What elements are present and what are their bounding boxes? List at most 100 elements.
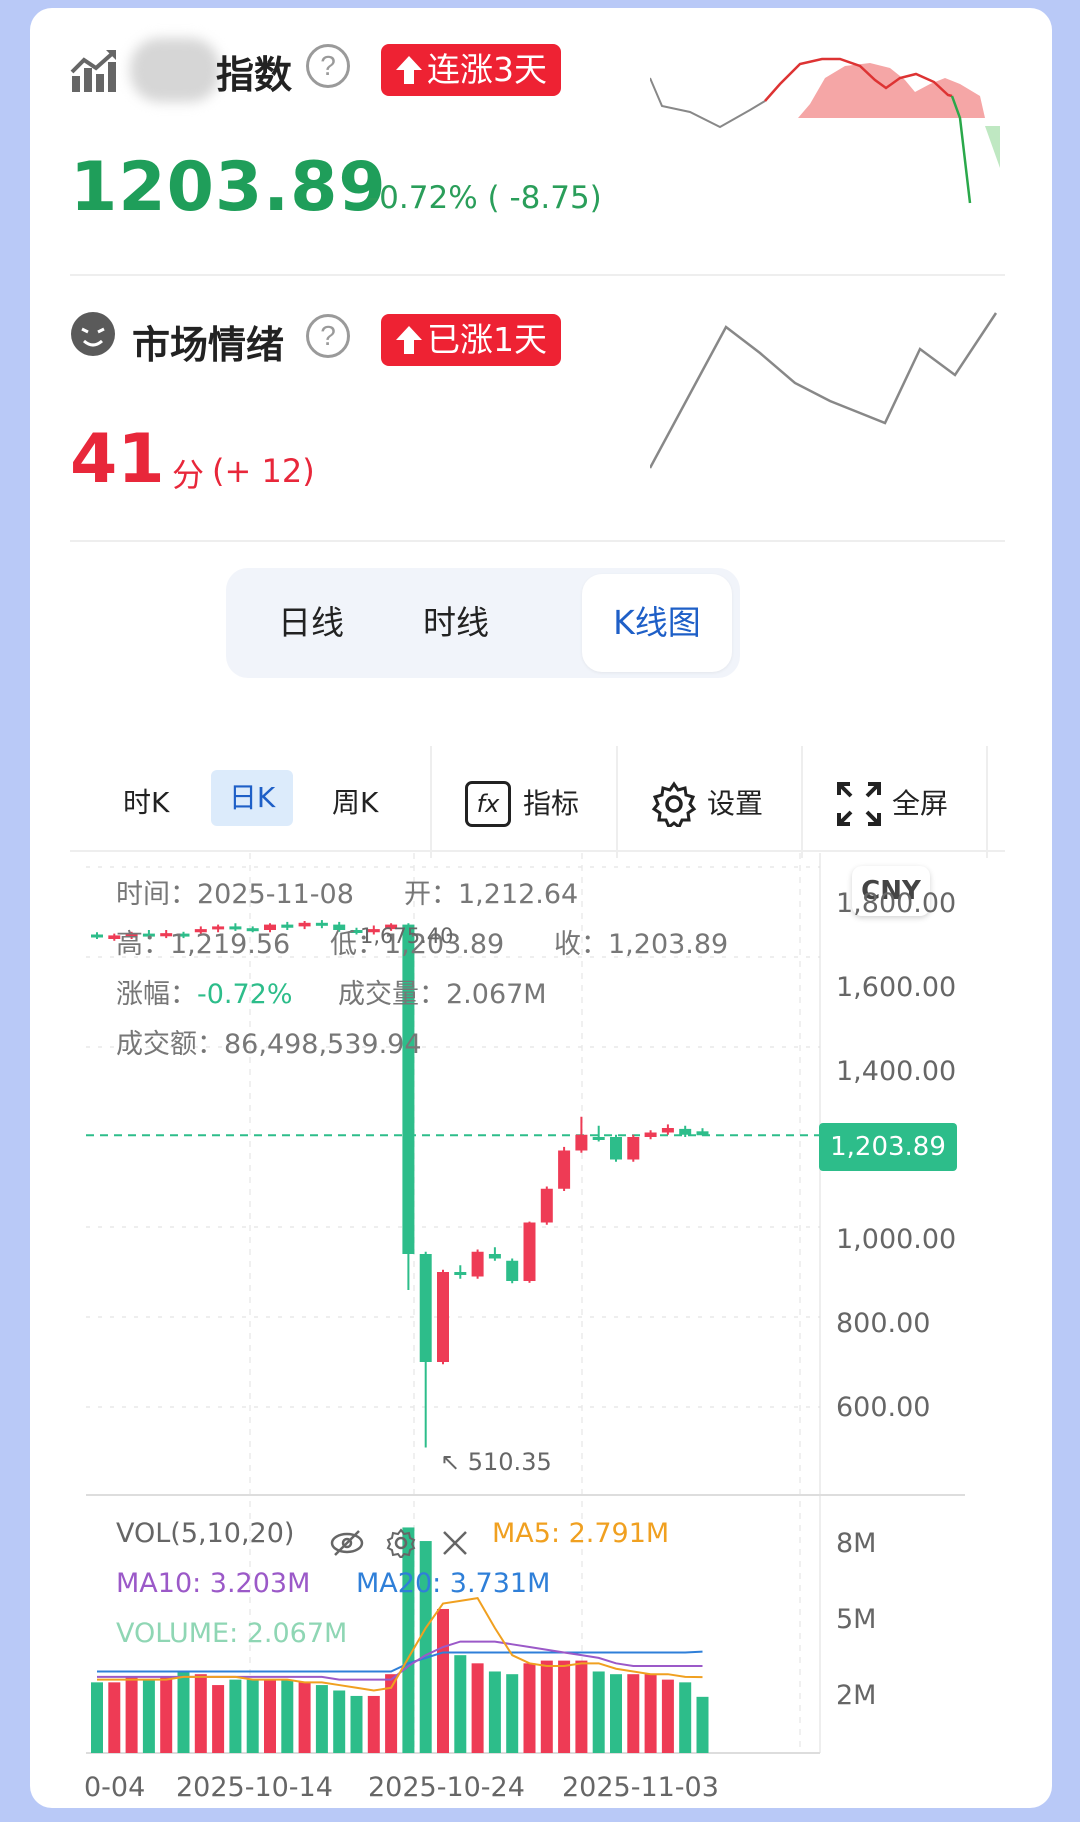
volume-bar	[610, 1674, 622, 1753]
volume-bar	[679, 1682, 692, 1753]
info-volume-value: 2.067M	[446, 979, 547, 1010]
volume-bar	[333, 1690, 346, 1753]
ma10-label: MA10: 3.203M	[116, 1568, 311, 1599]
current-price-tag: 1,203.89	[819, 1123, 957, 1171]
info-time: 时间：2025-11-08	[116, 872, 354, 911]
info-amount: 成交额：86,498,539.94	[116, 1022, 422, 1061]
price-tick: 800.00	[836, 1308, 931, 1339]
info-open-value: 1,212.64	[458, 879, 579, 910]
volume-bar	[540, 1660, 553, 1753]
info-high-value: 1,219.56	[170, 929, 291, 960]
close-icon[interactable]	[440, 1528, 470, 1563]
price-tick: 1,000.00	[836, 1224, 957, 1255]
candle-body	[540, 1188, 553, 1223]
info-time-label: 时间：	[116, 879, 197, 910]
info-close: 收：1,203.89	[554, 922, 728, 961]
volume-bar	[91, 1682, 103, 1753]
volume-bar	[437, 1608, 449, 1753]
hide-eye-icon[interactable]	[330, 1528, 364, 1563]
volume-bar	[229, 1679, 242, 1753]
candle-body	[644, 1132, 657, 1137]
volume-bar	[575, 1660, 588, 1753]
info-open-label: 开：	[404, 879, 458, 910]
volume-bar	[298, 1682, 311, 1753]
volume-bar	[142, 1679, 155, 1753]
volume-bar	[212, 1685, 225, 1753]
candle-body	[437, 1272, 449, 1362]
volume-bar	[177, 1671, 190, 1753]
info-volume: 成交量：2.067M	[338, 972, 547, 1011]
volume-bar	[488, 1671, 501, 1753]
volume-bar	[264, 1679, 276, 1753]
candle-body	[696, 1131, 709, 1136]
x-tick: 0-04	[84, 1772, 146, 1803]
info-pct-label: 涨幅：	[116, 979, 197, 1010]
volume-label: VOLUME: 2.067M	[116, 1618, 348, 1649]
price-tick: 1,600.00	[836, 972, 957, 1003]
volume-bar	[661, 1679, 674, 1753]
info-open: 开：1,212.64	[404, 872, 578, 911]
candle-body	[91, 934, 103, 938]
x-tick: 2025-10-14	[176, 1772, 333, 1803]
volume-bar	[281, 1679, 294, 1753]
candle-body	[506, 1260, 519, 1281]
min-price-label: ↖ 510.35	[440, 1448, 552, 1476]
candle-body	[575, 1134, 588, 1151]
volume-settings-icon[interactable]	[386, 1528, 416, 1563]
candle-body	[298, 922, 311, 927]
candle-body	[679, 1128, 692, 1135]
volume-bar	[125, 1676, 138, 1753]
volume-title: VOL(5,10,20)	[116, 1518, 295, 1549]
volume-tick: 5M	[836, 1604, 877, 1635]
info-volume-label: 成交量：	[338, 979, 446, 1010]
candle-body	[610, 1137, 622, 1160]
info-close-label: 收：	[554, 929, 608, 960]
info-amount-value: 86,498,539.94	[224, 1029, 422, 1060]
candle-body	[471, 1251, 484, 1277]
min-arrow-icon: ↖	[440, 1448, 468, 1476]
volume-bar	[160, 1676, 173, 1753]
volume-bar	[644, 1674, 657, 1753]
volume-bar	[350, 1695, 363, 1753]
volume-bar	[367, 1695, 380, 1753]
info-amount-label: 成交额：	[116, 1029, 224, 1060]
volume-bar	[558, 1660, 571, 1753]
volume-bar	[315, 1685, 328, 1753]
volume-bar	[454, 1655, 467, 1753]
volume-bar	[506, 1674, 519, 1753]
candle-body	[558, 1150, 571, 1189]
ma20-label: MA20: 3.731M	[356, 1568, 551, 1599]
volume-tick: 2M	[836, 1680, 877, 1711]
volume-bar	[523, 1663, 536, 1753]
min-price-value: 510.35	[467, 1448, 552, 1476]
index-card: 指数 ? 连涨3天 1203.89 -0.72% ( -8.75) 市场情绪 ?…	[30, 8, 1052, 1808]
candle-body	[488, 1254, 501, 1259]
price-tick: 1,400.00	[836, 1056, 957, 1087]
candle-body	[523, 1222, 536, 1281]
volume-tick: 8M	[836, 1528, 877, 1559]
x-tick: 2025-10-24	[368, 1772, 525, 1803]
volume-bar	[627, 1674, 640, 1753]
info-pct-value: -0.72%	[197, 979, 293, 1010]
volume-bar	[194, 1674, 207, 1753]
volume-bar	[592, 1671, 605, 1753]
candle-body	[454, 1272, 467, 1275]
info-high-label: 高：	[116, 929, 170, 960]
candle-body	[419, 1254, 432, 1362]
price-tick: 1,800.00	[836, 888, 957, 919]
price-tick: 600.00	[836, 1392, 931, 1423]
volume-bar	[696, 1696, 709, 1753]
info-time-value: 2025-11-08	[197, 879, 354, 910]
volume-bar	[471, 1663, 484, 1753]
max-price-label: 1,675.40	[360, 924, 454, 948]
volume-bar	[246, 1679, 259, 1753]
candle-body	[661, 1128, 674, 1133]
info-close-value: 1,203.89	[608, 929, 729, 960]
candle-body	[627, 1137, 640, 1160]
info-pct: 涨幅：-0.72%	[116, 972, 293, 1011]
volume-bar	[108, 1682, 121, 1753]
candle-body	[315, 922, 328, 926]
ma5-label: MA5: 2.791M	[492, 1518, 670, 1549]
info-high: 高：1,219.56	[116, 922, 290, 961]
x-tick: 2025-11-03	[562, 1772, 719, 1803]
